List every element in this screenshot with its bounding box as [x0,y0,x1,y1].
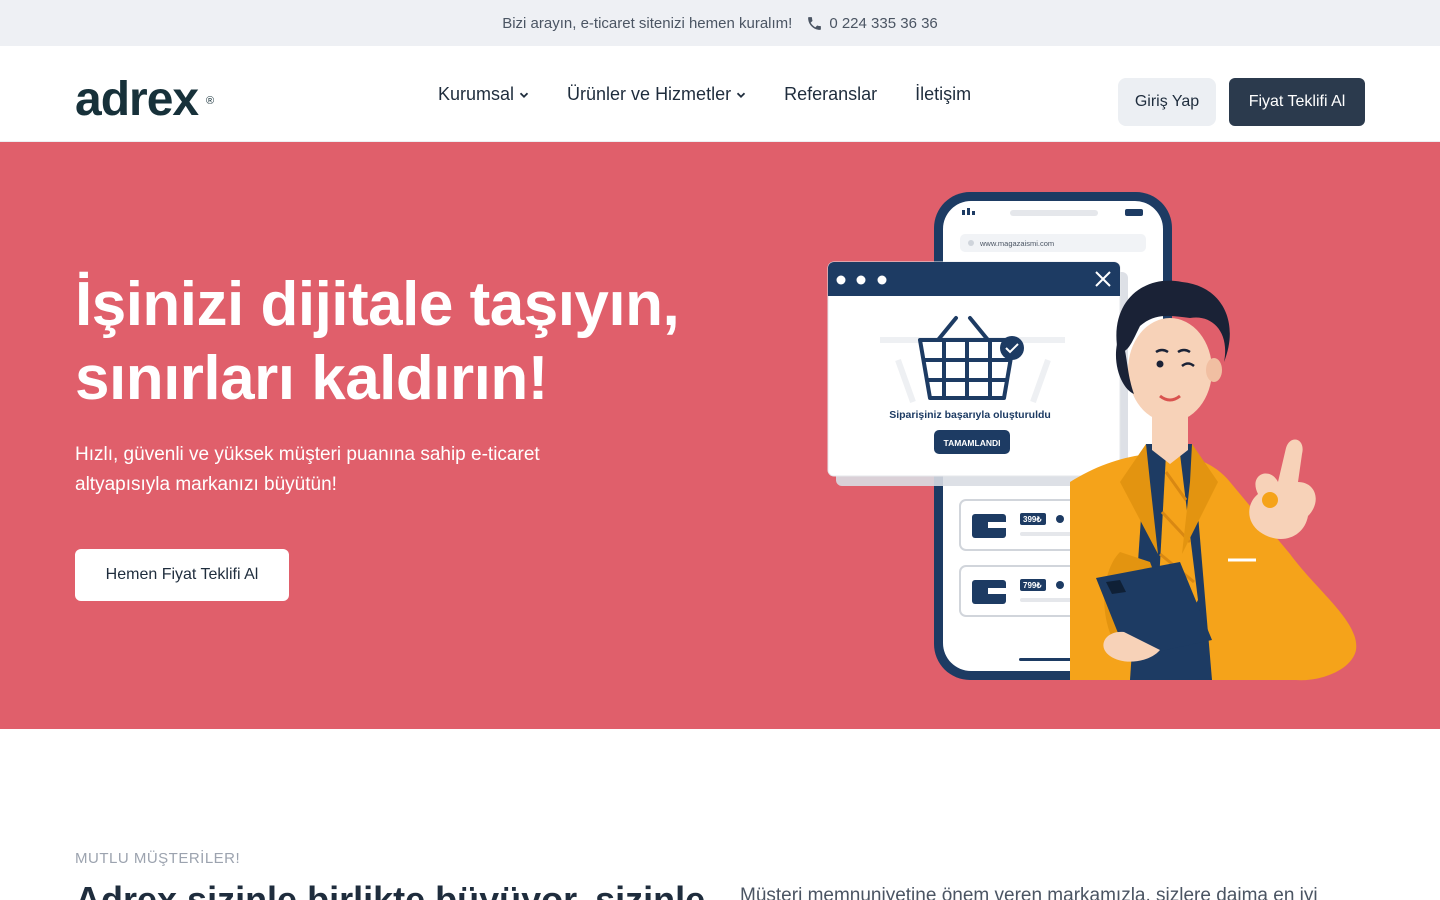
main-nav: Kurumsal Ürünler ve Hizmetler Referansla… [438,46,971,142]
adrex-logo[interactable]: adrex ® [75,73,223,131]
phone-link[interactable]: 0 224 335 36 36 [806,14,938,32]
section-eyebrow: MUTLU MÜŞTERİLER! [75,850,241,867]
svg-text:Siparişiniz başarıyla oluşturu: Siparişiniz başarıyla oluşturuldu [889,409,1051,421]
svg-text:TAMAMLANDI: TAMAMLANDI [944,438,1001,448]
nav-label: Referanslar [784,83,878,104]
hero-quote-button[interactable]: Hemen Fiyat Teklifi Al [75,549,289,601]
section-title: Adrex sizinle birlikte büyüyor, sizinle [75,879,706,900]
hero-subtitle-line: Hızlı, güvenli ve yüksek müşteri puanına… [75,444,540,465]
phone-icon [808,16,822,30]
nav-item-urunler[interactable]: Ürünler ve Hizmetler [567,84,746,105]
phone-number: 0 224 335 36 36 [829,14,938,32]
nav-label: İletişim [915,83,972,104]
hero-title: İşinizi dijitale taşıyın, sınırları kald… [75,268,775,416]
nav-item-referanslar[interactable]: Referanslar [784,84,877,105]
hero-section: İşinizi dijitale taşıyın, sınırları kald… [0,142,1440,729]
section-description: Müşteri memnuniyetine önem veren markamı… [740,885,1318,900]
chevron-down-icon [736,92,746,98]
hero-title-line: İşinizi dijitale taşıyın, [75,270,680,339]
hero-subtitle-line: altyapısıyla markanızı büyütün! [75,474,337,495]
nav-item-iletisim[interactable]: İletişim [915,84,971,105]
svg-text:®: ® [206,95,214,107]
svg-text:399₺: 399₺ [1023,515,1042,524]
svg-text:adrex: adrex [75,73,199,126]
order-window-illustration: Siparişiniz başarıyla oluşturuldu TAMAML… [827,261,1128,486]
login-button[interactable]: Giriş Yap [1118,78,1216,126]
hero-title-line: sınırları kaldırın! [75,344,548,413]
site-header: adrex ® Kurumsal Ürünler ve Hizmetler Re… [0,46,1440,142]
nav-label: Ürünler ve Hizmetler [567,83,732,104]
nav-item-kurumsal[interactable]: Kurumsal [438,84,529,105]
announcement-text: Bizi arayın, e-ticaret sitenizi hemen ku… [502,14,793,32]
chevron-down-icon [519,92,529,98]
ecommerce-illustration: www.magazaismi.com 399₺ 799₺ Siparişiniz… [827,192,1357,681]
svg-text:799₺: 799₺ [1023,581,1042,590]
get-quote-button[interactable]: Fiyat Teklifi Al [1229,78,1365,126]
top-announcement-bar: Bizi arayın, e-ticaret sitenizi hemen ku… [0,0,1440,46]
happy-customers-section: MUTLU MÜŞTERİLER! Adrex sizinle birlikte… [0,729,1440,900]
nav-label: Kurumsal [438,83,515,104]
hero-subtitle: Hızlı, güvenli ve yüksek müşteri puanına… [75,440,595,500]
svg-text:www.magazaismi.com: www.magazaismi.com [979,239,1054,248]
